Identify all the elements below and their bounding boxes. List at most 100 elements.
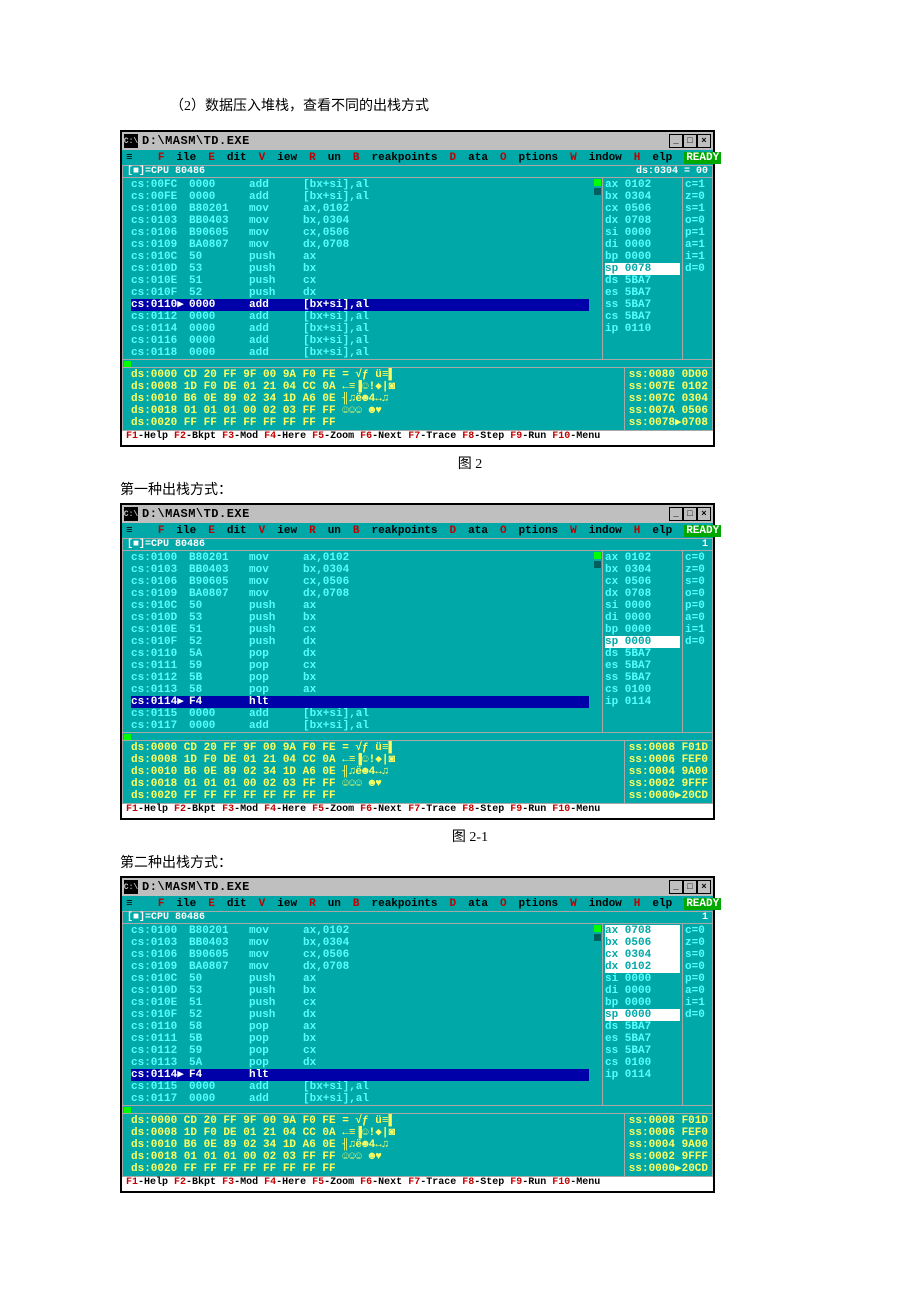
code-row[interactable]: cs:01150000add[bx+si],al [131,708,589,720]
code-row[interactable]: cs:010C50pushax [131,600,589,612]
function-key-bar[interactable]: F1-Help F2-Bkpt F3-Mod F4-Here F5-Zoom F… [122,1177,713,1191]
code-row[interactable]: cs:0100B80201movax,0102 [131,925,589,937]
code-scrollbar[interactable] [593,924,602,1105]
menu-item[interactable]: Help [634,152,672,164]
close-button[interactable]: × [697,134,711,148]
maximize-button[interactable]: □ [683,880,697,894]
code-row[interactable]: cs:01180000add[bx+si],al [131,347,589,359]
menu-item[interactable]: Options [500,898,558,910]
menu-item[interactable]: Window [570,525,622,537]
menu-item[interactable]: Edit [208,152,246,164]
menu-item[interactable]: Breakpoints [353,898,438,910]
code-row[interactable]: cs:010E51pushcx [131,624,589,636]
close-button[interactable]: × [697,880,711,894]
code-row[interactable]: cs:0100B80201movax,0102 [131,203,589,215]
menu-item[interactable]: Help [634,525,672,537]
menu-item[interactable]: File [158,898,196,910]
code-row[interactable]: cs:01135Apopdx [131,1057,589,1069]
menubar[interactable]: ≡ File Edit View Run Breakpoints Data Options W… [122,523,713,538]
memory-dump-pane[interactable]: ds:0000 CD 20 FF 9F 00 9A F0 FE = √ƒ ü≡▌… [123,1113,624,1176]
code-row[interactable]: cs:00FE0000add[bx+si],al [131,191,589,203]
code-row[interactable]: cs:010F52pushdx [131,1009,589,1021]
disassembly-pane[interactable]: cs:0100B80201movax,0102cs:0103BB0403movb… [123,924,593,1105]
maximize-button[interactable]: □ [683,134,697,148]
code-row[interactable]: cs:01105Apopdx [131,648,589,660]
code-row[interactable]: cs:0106B90605movcx,0506 [131,227,589,239]
code-row[interactable]: cs:0103BB0403movbx,0304 [131,937,589,949]
function-key-bar[interactable]: F1-Help F2-Bkpt F3-Mod F4-Here F5-Zoom F… [122,804,713,818]
code-row[interactable]: cs:01150000add[bx+si],al [131,1081,589,1093]
code-row[interactable]: cs:010E51pushcx [131,275,589,287]
code-row[interactable]: cs:0100B80201movax,0102 [131,552,589,564]
menu-item[interactable]: Edit [208,525,246,537]
menu-item[interactable]: Breakpoints [353,152,438,164]
registers-pane[interactable]: ax 0708bx 0506cx 0304dx 0102si 0000di 00… [602,924,682,1105]
code-row[interactable]: cs:0106B90605movcx,0506 [131,949,589,961]
code-row[interactable]: cs:0103BB0403movbx,0304 [131,215,589,227]
code-row[interactable]: cs:011058popax [131,1021,589,1033]
disassembly-pane[interactable]: cs:00FC0000add[bx+si],alcs:00FE0000add[b… [123,178,593,359]
menu-item[interactable]: Window [570,898,622,910]
menu-item[interactable]: Options [500,152,558,164]
menu-marker[interactable]: ≡ [126,525,133,537]
code-row[interactable]: cs:01125Bpopbx [131,672,589,684]
code-row[interactable]: cs:010C50pushax [131,251,589,263]
code-row[interactable]: cs:01140000add[bx+si],al [131,323,589,335]
menu-marker[interactable]: ≡ [126,152,133,164]
close-button[interactable]: × [697,507,711,521]
menu-marker[interactable]: ≡ [126,898,133,910]
menu-item[interactable]: Run [309,898,341,910]
code-row[interactable]: cs:011358popax [131,684,589,696]
code-row[interactable]: cs:01115Bpopbx [131,1033,589,1045]
minimize-button[interactable]: _ [669,134,683,148]
code-scrollbar[interactable] [593,178,602,359]
code-row[interactable]: cs:010F52pushdx [131,636,589,648]
code-row[interactable]: cs:0109BA0807movdx,0708 [131,961,589,973]
code-row[interactable]: cs:00FC0000add[bx+si],al [131,179,589,191]
menu-item[interactable]: Data [450,152,488,164]
code-row[interactable]: cs:010D53pushbx [131,612,589,624]
code-row[interactable]: cs:010C50pushax [131,973,589,985]
code-row[interactable]: cs:010F52pushdx [131,287,589,299]
code-row[interactable]: cs:01170000add[bx+si],al [131,1093,589,1105]
registers-pane[interactable]: ax 0102bx 0304cx 0506dx 0708si 0000di 00… [602,551,682,732]
minimize-button[interactable]: _ [669,507,683,521]
code-row[interactable]: cs:0114▶F4hlt [131,1069,589,1081]
menu-item[interactable]: Data [450,525,488,537]
function-key-bar[interactable]: F1-Help F2-Bkpt F3-Mod F4-Here F5-Zoom F… [122,431,713,445]
menu-item[interactable]: Options [500,525,558,537]
code-hscroll[interactable] [123,1105,712,1113]
menu-item[interactable]: File [158,152,196,164]
menu-item[interactable]: File [158,525,196,537]
menu-item[interactable]: View [259,898,297,910]
code-row[interactable]: cs:0106B90605movcx,0506 [131,576,589,588]
code-row[interactable]: cs:010E51pushcx [131,997,589,1009]
menu-item[interactable]: Edit [208,898,246,910]
memory-dump-pane[interactable]: ds:0000 CD 20 FF 9F 00 9A F0 FE = √ƒ ü≡▌… [123,740,624,803]
code-row[interactable]: cs:011159popcx [131,660,589,672]
menu-item[interactable]: Help [634,898,672,910]
stack-pane[interactable]: ss:0008 F01Dss:0006 FEF0ss:0004 9A00ss:0… [624,740,712,803]
menu-item[interactable]: Breakpoints [353,525,438,537]
minimize-button[interactable]: _ [669,880,683,894]
code-row[interactable]: cs:01170000add[bx+si],al [131,720,589,732]
code-row[interactable]: cs:0110▶0000add[bx+si],al [131,299,589,311]
code-scrollbar[interactable] [593,551,602,732]
registers-pane[interactable]: ax 0102bx 0304cx 0506dx 0708si 0000di 00… [602,178,682,359]
code-row[interactable]: cs:010D53pushbx [131,985,589,997]
maximize-button[interactable]: □ [683,507,697,521]
code-row[interactable]: cs:010D53pushbx [131,263,589,275]
menu-item[interactable]: View [259,525,297,537]
menu-item[interactable]: Data [450,898,488,910]
code-row[interactable]: cs:0103BB0403movbx,0304 [131,564,589,576]
code-row[interactable]: cs:011259popcx [131,1045,589,1057]
code-hscroll[interactable] [123,732,712,740]
menubar[interactable]: ≡ FileEditViewRunBreakpointsDataOptionsW… [122,150,713,165]
disassembly-pane[interactable]: cs:0100B80201movax,0102cs:0103BB0403movb… [123,551,593,732]
menu-item[interactable]: Run [309,525,341,537]
stack-pane[interactable]: ss:0080 0D00ss:007E 0102ss:007C 0304ss:0… [624,367,712,430]
code-row[interactable]: cs:0109BA0807movdx,0708 [131,588,589,600]
code-row[interactable]: cs:0114▶F4hlt [131,696,589,708]
menubar[interactable]: ≡ File Edit View Run Breakpoints Data Options W… [122,896,713,911]
code-row[interactable]: cs:01120000add[bx+si],al [131,311,589,323]
